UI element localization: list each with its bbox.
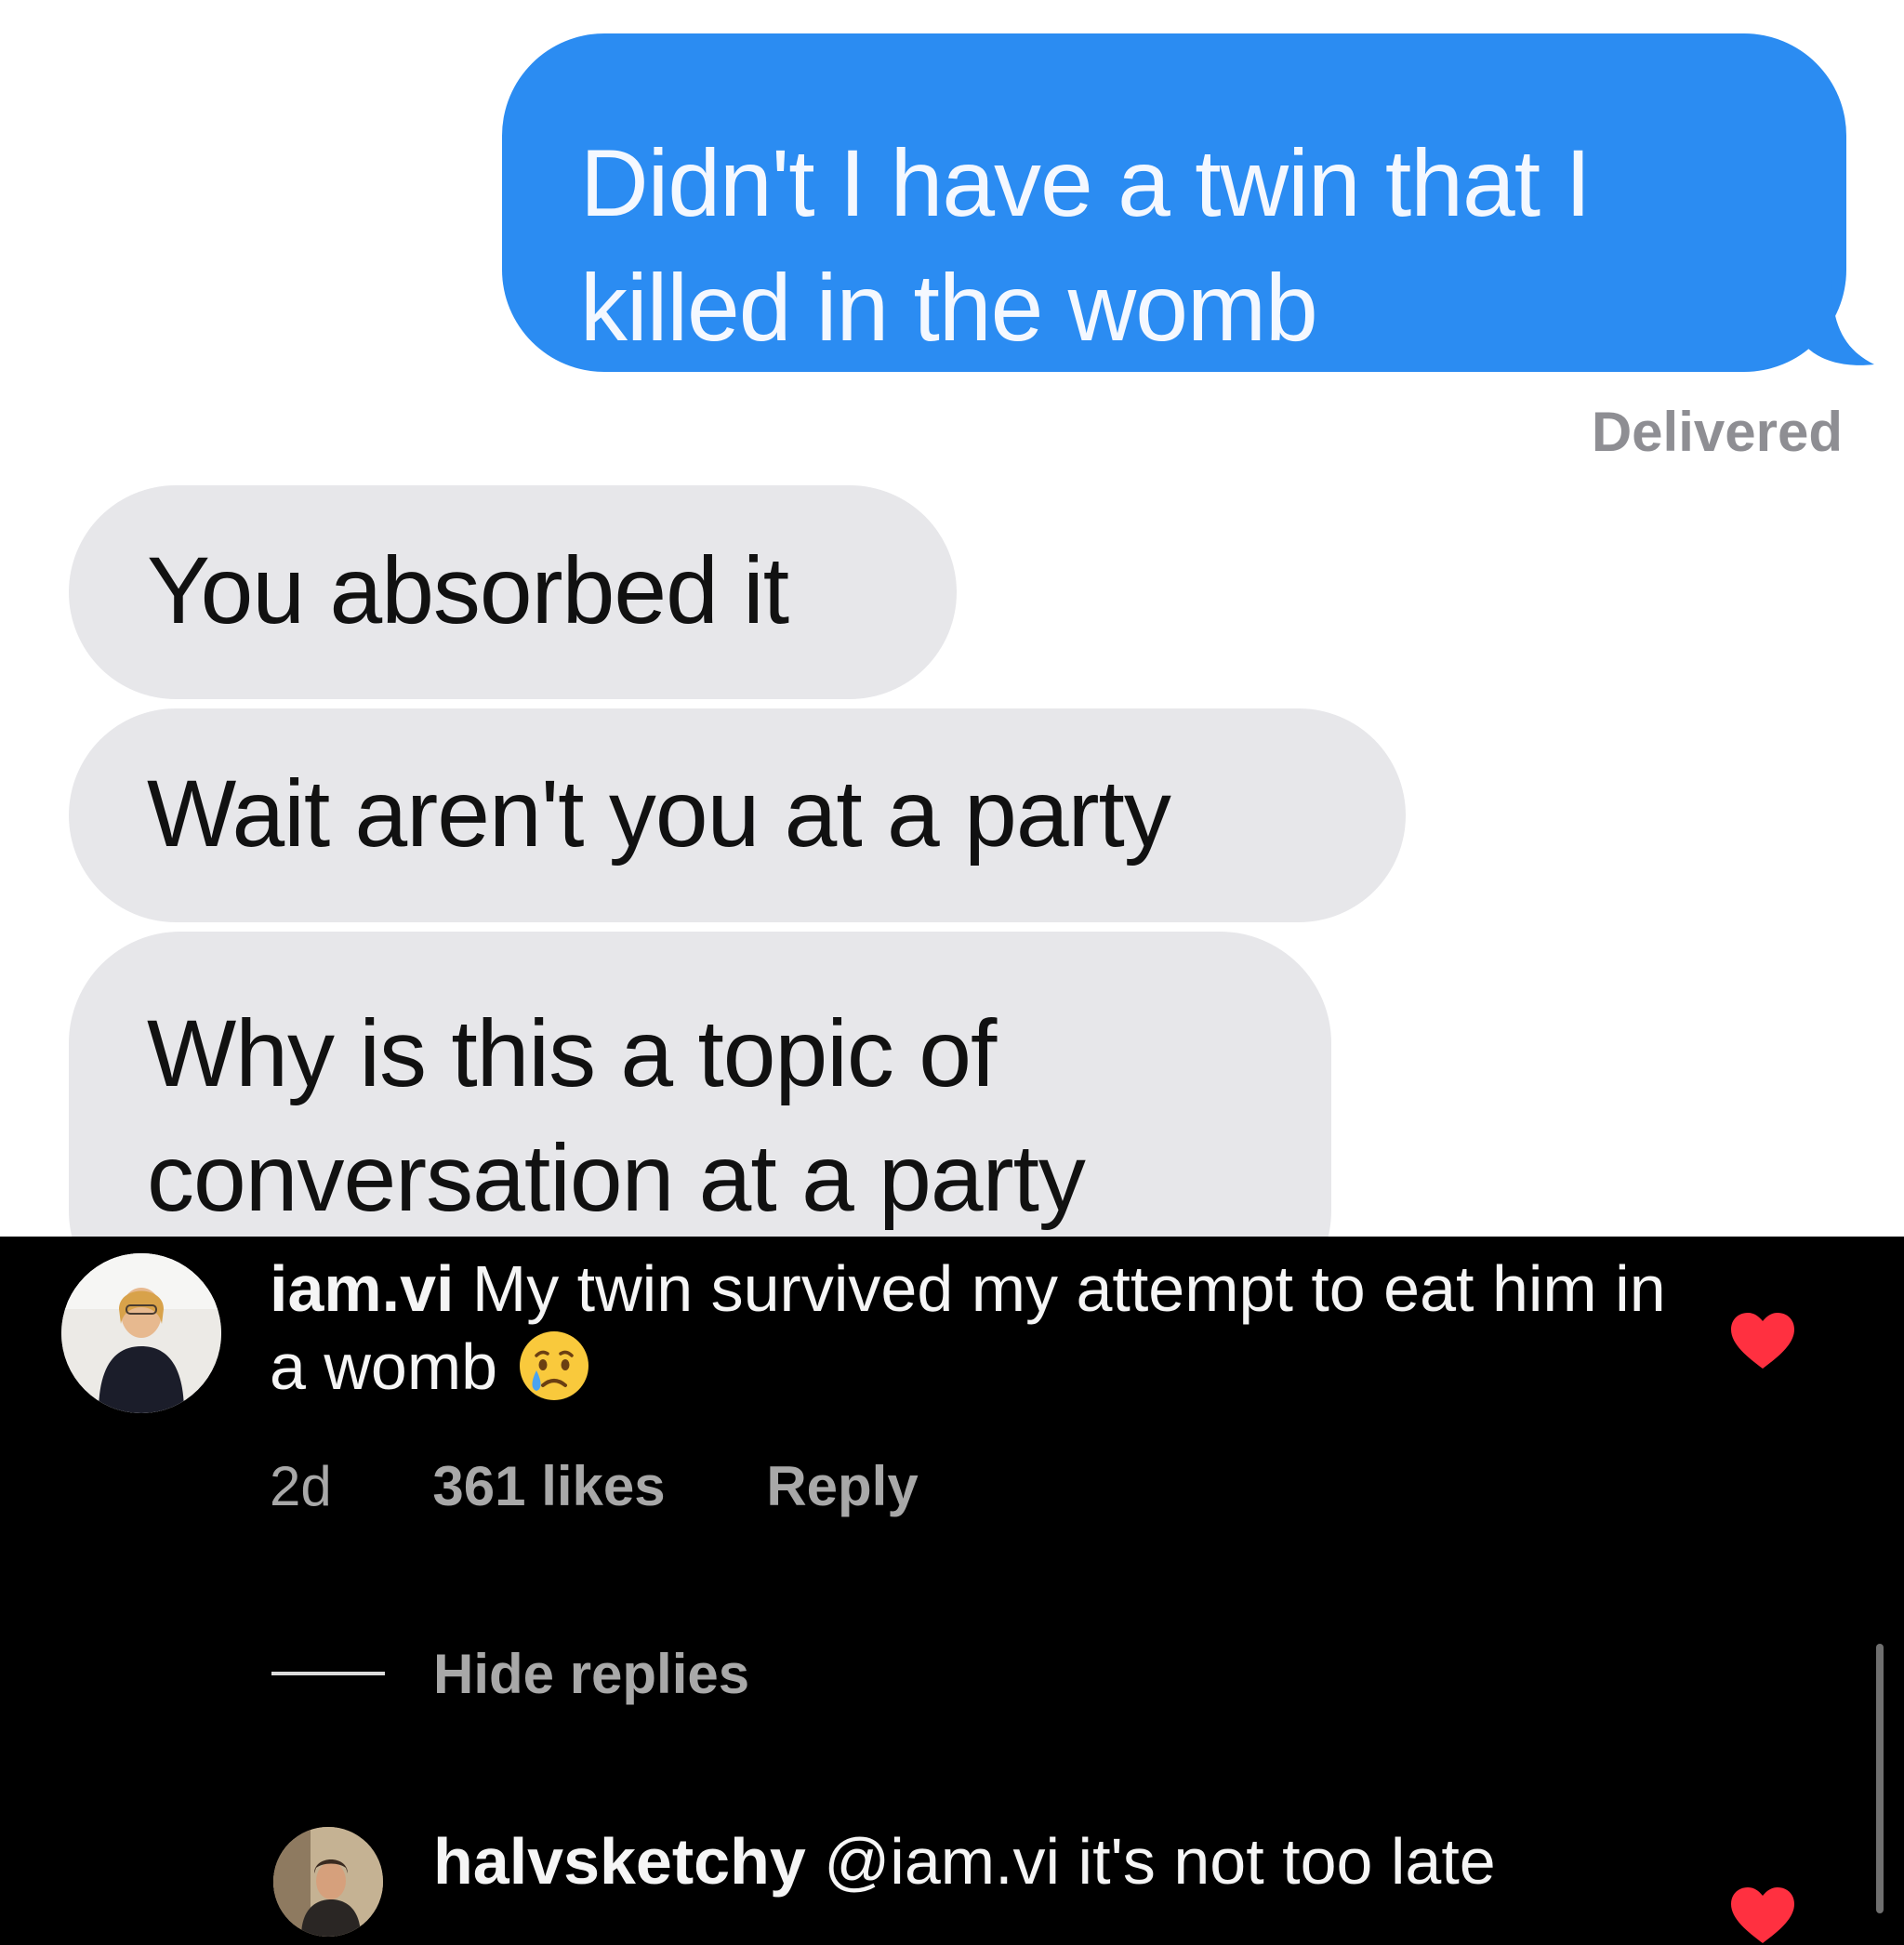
received-message-text: Wait aren't you at a party [147,761,1171,867]
avatar[interactable] [273,1827,383,1937]
received-message-text: You absorbed it [147,537,789,643]
comment-username[interactable]: iam.vi [270,1252,454,1325]
reply: halvsketchy @iam.vi it's not too late [433,1822,1735,1900]
received-message-bubble: You absorbed it [69,485,957,699]
comment-time: 2d [270,1455,332,1517]
reply-button[interactable]: Reply [766,1454,918,1518]
reply-username[interactable]: halvsketchy [433,1825,806,1898]
liked-heart-icon[interactable] [1729,1885,1796,1945]
comment-meta: 2d 361 likes Reply [270,1454,919,1518]
hide-replies-button[interactable]: Hide replies [433,1642,749,1706]
sent-message-bubble: Didn't I have a twin that I killed in th… [502,33,1846,372]
comment-text: My twin survived my attempt to eat him i… [270,1252,1666,1403]
received-message-text: Why is this a topic of conversation at a… [147,1000,1086,1231]
comment-likes[interactable]: 361 likes [432,1454,665,1518]
scrollbar[interactable] [1876,1644,1884,1913]
replies-divider [271,1672,385,1675]
received-message-bubble: Wait aren't you at a party [69,708,1406,922]
sent-message-text: Didn't I have a twin that I killed in th… [580,130,1592,361]
message-thread: Didn't I have a twin that I killed in th… [0,0,1904,1237]
delivery-status: Delivered [1591,401,1843,463]
sent-bubble-tail [1804,279,1874,365]
received-message-bubble: Why is this a topic of conversation at a… [69,932,1331,1237]
comment: iam.vi My twin survived my attempt to ea… [270,1250,1683,1419]
crying-face-icon [518,1330,590,1419]
avatar[interactable] [61,1253,221,1413]
liked-heart-icon[interactable] [1729,1311,1796,1370]
reply-text: @iam.vi it's not too late [824,1825,1496,1898]
